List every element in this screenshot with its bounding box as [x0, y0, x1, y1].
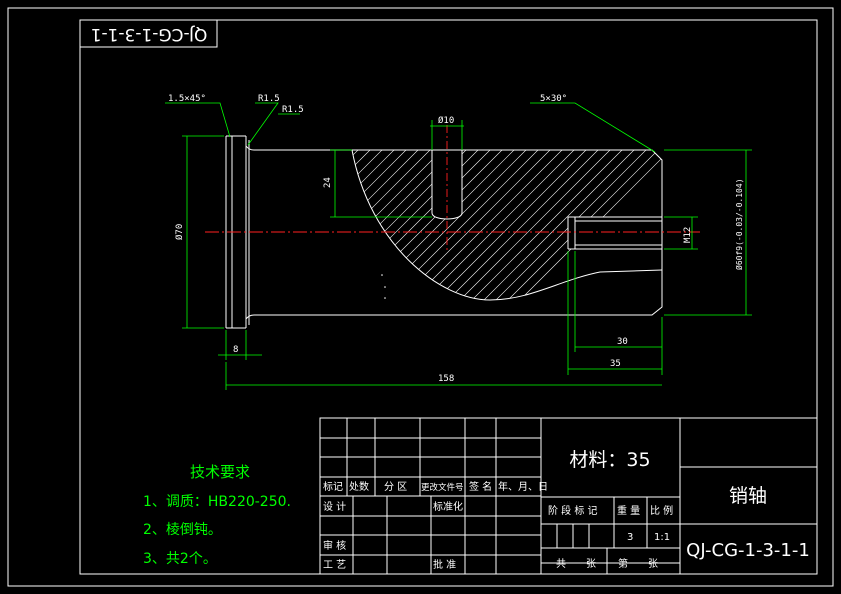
tech-req-item: 1、调质：HB220-250. [143, 494, 291, 510]
dim-phi10: Ø10 [438, 115, 454, 126]
dim-158: 158 [438, 374, 454, 384]
weight-value: 3 [627, 532, 633, 543]
header-date: 年、月、日 [498, 480, 548, 493]
header-mark: 标记 [323, 481, 343, 493]
stage-mark-label: 阶 段 标 记 [548, 504, 598, 517]
header-change-doc: 更改文件号 [421, 482, 464, 493]
drawing-number-flipped: QJ-CG-1-3-1-1 [91, 24, 208, 44]
standardize-label: 标准化 [433, 500, 463, 513]
dim-8: 8 [233, 345, 238, 355]
approve-label: 批 准 [433, 558, 456, 571]
part-outline [205, 125, 700, 329]
dim-phi60: Ø60f9(-0.03/-0.104) [734, 178, 744, 270]
process-label: 工 艺 [323, 559, 346, 571]
drawing-number-box-flipped: QJ-CG-1-3-1-1 [80, 20, 218, 48]
tech-req-item: 2、棱倒钝。 [143, 522, 222, 538]
part-name: 销轴 [729, 485, 767, 507]
dim-chamfer2: 5×30° [540, 94, 567, 104]
dim-phi70: Ø70 [174, 224, 185, 240]
review-label: 审 核 [323, 539, 346, 552]
sheets-total: 共 张 [556, 558, 596, 570]
weight-label: 重 量 [617, 504, 640, 517]
dim-r1: R1.5 [258, 94, 280, 104]
scale-label: 比 例 [650, 504, 673, 517]
dim-r2: R1.5 [282, 105, 304, 115]
sheet-outer-border [7, 7, 834, 587]
dim-35: 35 [610, 359, 621, 369]
dim-chamfer: 1.5×45° [168, 94, 206, 104]
stray-dot [384, 297, 386, 299]
scale-value: 1:1 [654, 532, 670, 543]
header-sign: 签 名 [469, 480, 492, 493]
design-label: 设 计 [323, 500, 346, 513]
header-count: 处数 [349, 480, 369, 493]
dim-30: 30 [617, 337, 628, 347]
dimension-lines [165, 102, 752, 390]
sheet-number: 第 张 [618, 557, 658, 570]
dim-m12: M12 [683, 227, 693, 243]
cad-drawing-canvas: QJ-CG-1-3-1-1 1.5×45° R1.5 R1.5 Ø10 5×30… [7, 7, 834, 587]
material-label: 材料：35 [569, 449, 650, 471]
dim-24: 24 [323, 177, 333, 188]
tech-req-item: 3、共2个。 [143, 551, 217, 567]
tech-req-title: 技术要求 [190, 463, 250, 481]
header-zone: 分 区 [384, 481, 407, 493]
drawing-number: QJ-CG-1-3-1-1 [686, 540, 810, 561]
stray-dot [384, 286, 386, 288]
stray-dot [381, 274, 383, 276]
